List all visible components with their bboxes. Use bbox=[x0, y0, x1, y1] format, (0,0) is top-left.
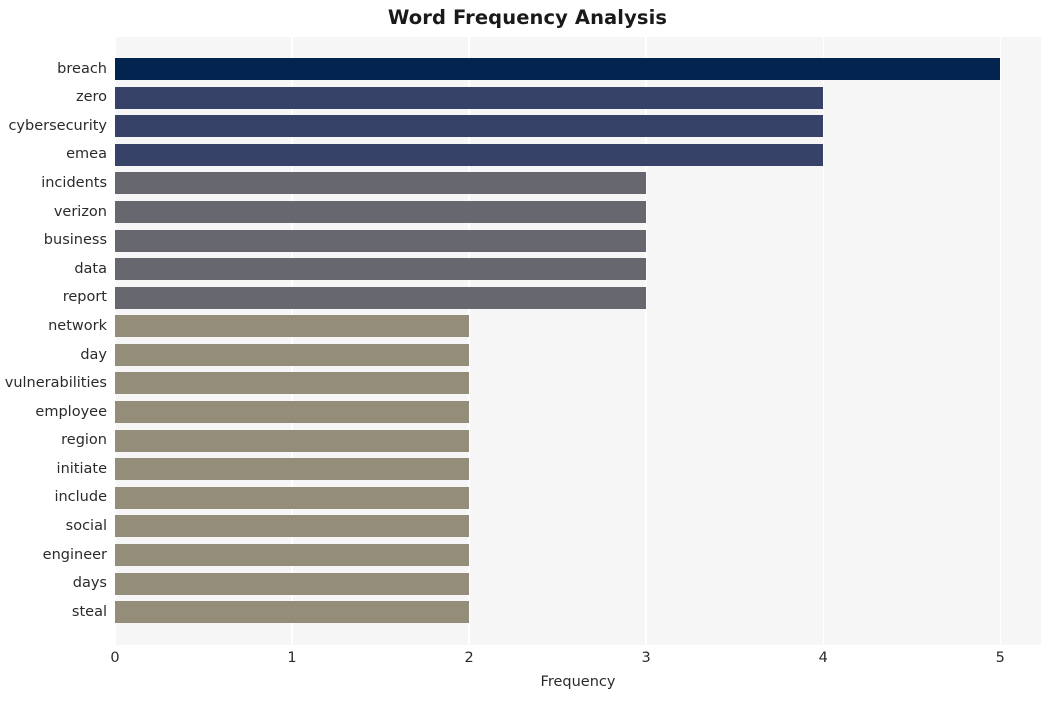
y-tick-label-include: include bbox=[54, 489, 107, 506]
bar-include bbox=[115, 486, 470, 509]
bar-network bbox=[115, 315, 470, 338]
y-tick-label-initiate: initiate bbox=[56, 460, 107, 477]
bar-row bbox=[115, 512, 1041, 541]
bar-row bbox=[115, 112, 1041, 141]
bar-report bbox=[115, 286, 647, 309]
bar-row bbox=[115, 455, 1041, 484]
y-tick-label-breach: breach bbox=[57, 60, 107, 77]
bar-row bbox=[115, 226, 1041, 255]
chart-title: Word Frequency Analysis bbox=[387, 6, 668, 29]
bar-business bbox=[115, 229, 647, 252]
bar-row bbox=[115, 483, 1041, 512]
bar-row bbox=[115, 83, 1041, 112]
x-axis-ticks: 0 1 2 3 4 5 bbox=[110, 645, 1041, 673]
y-tick-label-zero: zero bbox=[75, 89, 107, 106]
bar-days bbox=[115, 572, 470, 595]
bar-zero bbox=[115, 86, 824, 109]
bar-row bbox=[115, 541, 1041, 570]
bar-row bbox=[115, 312, 1041, 341]
bar-steal bbox=[115, 601, 470, 624]
y-tick-label-vulnerabilities: vulnerabilities bbox=[4, 375, 107, 392]
bar-engineer bbox=[115, 543, 470, 566]
bar-incidents bbox=[115, 172, 647, 195]
y-tick-label-incidents: incidents bbox=[41, 175, 107, 192]
bar-region bbox=[115, 429, 470, 452]
bar-row bbox=[115, 169, 1041, 198]
word-frequency-chart: Word Frequency Analysis breach zero cybers… bbox=[0, 0, 1055, 701]
y-tick-label-social: social bbox=[65, 518, 107, 535]
bar-day bbox=[115, 343, 470, 366]
x-axis-title: Frequency bbox=[540, 674, 616, 690]
bar-verizon bbox=[115, 200, 647, 223]
bar-row bbox=[115, 598, 1041, 627]
y-tick-label-cybersecurity: cybersecurity bbox=[8, 117, 107, 134]
y-tick-label-region: region bbox=[61, 432, 107, 449]
bar-emea bbox=[115, 143, 824, 166]
bar-row bbox=[115, 198, 1041, 227]
bar-data bbox=[115, 258, 647, 281]
x-tick-label-5: 5 bbox=[995, 650, 1005, 666]
x-tick-label-4: 4 bbox=[818, 650, 828, 666]
x-tick-label-2: 2 bbox=[464, 650, 474, 666]
y-tick-label-business: business bbox=[43, 232, 107, 249]
y-tick-label-day: day bbox=[80, 346, 107, 363]
bar-vulnerabilities bbox=[115, 372, 470, 395]
bar-row bbox=[115, 55, 1041, 84]
bar-row bbox=[115, 369, 1041, 398]
bar-row bbox=[115, 341, 1041, 370]
y-tick-label-engineer: engineer bbox=[42, 546, 107, 563]
y-tick-label-verizon: verizon bbox=[53, 203, 107, 220]
bar-row bbox=[115, 283, 1041, 312]
y-axis-labels: breach zero cybersecurity emea incidents veri… bbox=[0, 37, 107, 645]
y-tick-label-days: days bbox=[72, 575, 107, 592]
y-tick-label-employee: employee bbox=[35, 403, 107, 420]
x-tick-label-1: 1 bbox=[287, 650, 297, 666]
x-tick-label-0: 0 bbox=[110, 650, 120, 666]
bars-layer bbox=[115, 37, 1041, 645]
bar-row bbox=[115, 398, 1041, 427]
y-tick-label-data: data bbox=[74, 260, 107, 277]
y-tick-label-network: network bbox=[48, 317, 107, 334]
bar-row bbox=[115, 140, 1041, 169]
bar-breach bbox=[115, 58, 1001, 80]
y-tick-label-steal: steal bbox=[71, 603, 107, 620]
bar-row bbox=[115, 569, 1041, 598]
bar-employee bbox=[115, 401, 470, 424]
y-tick-label-report: report bbox=[62, 289, 107, 306]
bar-social bbox=[115, 515, 470, 538]
x-tick-label-3: 3 bbox=[641, 650, 651, 666]
bar-initiate bbox=[115, 458, 470, 481]
bar-row bbox=[115, 255, 1041, 284]
bar-row bbox=[115, 426, 1041, 455]
y-tick-label-emea: emea bbox=[66, 146, 107, 163]
bar-cybersecurity bbox=[115, 115, 824, 138]
